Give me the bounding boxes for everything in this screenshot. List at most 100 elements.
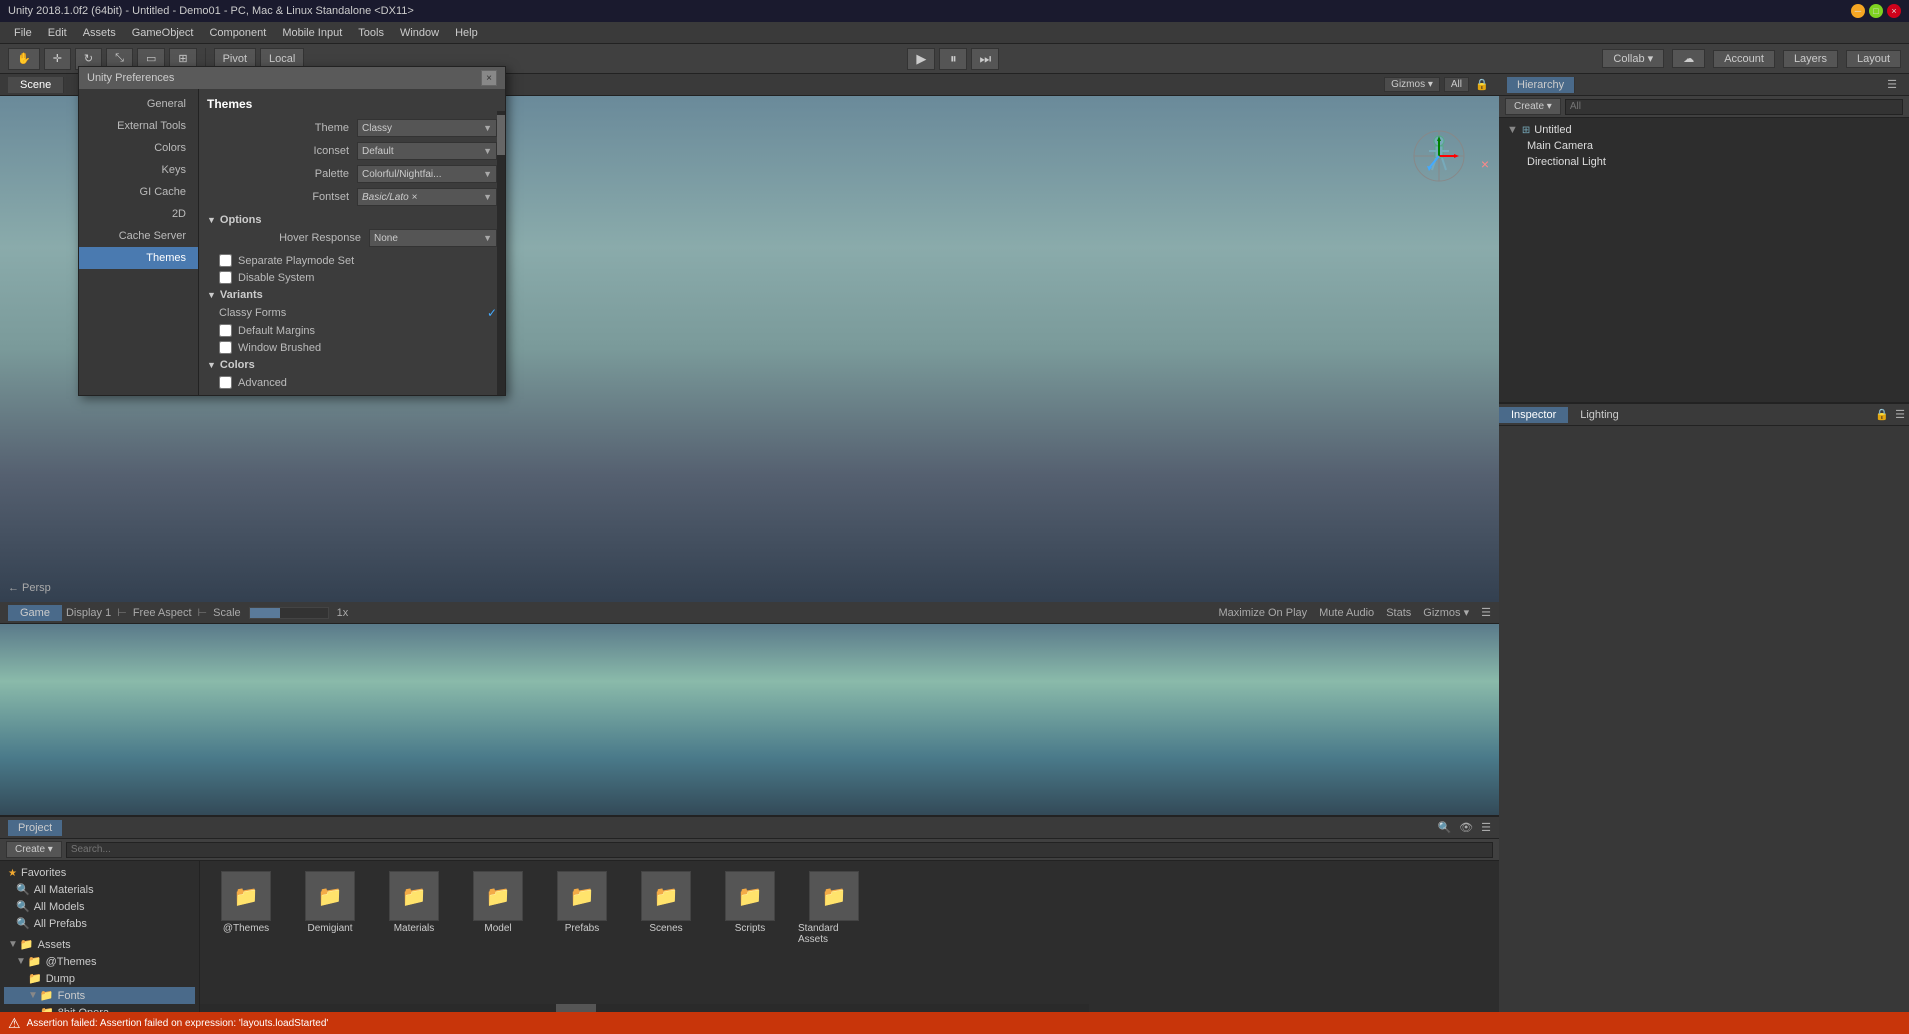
iconset-dropdown[interactable]: Default ▼ <box>357 142 497 160</box>
asset-demigiant[interactable]: 📁 Demigiant <box>290 867 370 949</box>
all-prefabs-item[interactable]: 🔍 All Prefabs <box>4 915 195 932</box>
folder-8bit[interactable]: 📁 8bit Opera... <box>4 1004 195 1012</box>
default-margins-checkbox[interactable] <box>219 324 232 337</box>
options-group[interactable]: ▼ Options <box>207 211 497 229</box>
fonts-folder[interactable]: ▼ 📁 Fonts <box>4 987 195 1004</box>
close-button[interactable]: × <box>1887 4 1901 18</box>
step-button[interactable]: ⏭ <box>971 48 999 70</box>
scene-all-button[interactable]: All <box>1444 77 1469 92</box>
inspector-lock-button[interactable]: 🔒 <box>1873 406 1891 424</box>
inspector-menu-button[interactable]: ☰ <box>1891 406 1909 424</box>
hierarchy-lock-button[interactable]: ☰ <box>1883 76 1901 94</box>
hierarchy-item-untitled[interactable]: ▼ ⊞ Untitled <box>1503 122 1905 138</box>
hover-response-dropdown[interactable]: None ▼ <box>369 229 497 247</box>
pref-nav-2d[interactable]: 2D <box>79 203 198 225</box>
menu-window[interactable]: Window <box>392 25 447 41</box>
pause-button[interactable]: ⏸ <box>939 48 967 70</box>
project-search-input[interactable] <box>66 842 1493 858</box>
hierarchy-item-main-camera[interactable]: Main Camera <box>1503 138 1905 154</box>
separate-playmode-checkbox[interactable] <box>219 254 232 267</box>
menu-assets[interactable]: Assets <box>75 25 124 41</box>
cloud-button[interactable]: ☁ <box>1672 49 1705 68</box>
scale-slider[interactable] <box>249 607 329 619</box>
hierarchy-panel: Hierarchy ☰ Create ▾ ▼ ⊞ Untitled Main C… <box>1499 74 1909 404</box>
asset-prefabs[interactable]: 📁 Prefabs <box>542 867 622 949</box>
scene-lock-button[interactable]: 🔒 <box>1473 76 1491 94</box>
preferences-title: Unity Preferences <box>87 72 174 84</box>
hierarchy-create-button[interactable]: Create ▾ <box>1505 98 1561 115</box>
variants-group[interactable]: ▼ Variants <box>207 286 497 304</box>
tab-inspector[interactable]: Inspector <box>1499 407 1568 423</box>
hand-tool-button[interactable]: ✋ <box>8 48 40 70</box>
menu-component[interactable]: Component <box>201 25 274 41</box>
disable-system-checkbox[interactable] <box>219 271 232 284</box>
iconset-row: Iconset Default ▼ <box>207 142 497 160</box>
advanced-colors-checkbox[interactable] <box>219 376 232 389</box>
menu-mobile-input[interactable]: Mobile Input <box>274 25 350 41</box>
play-button[interactable]: ▶ <box>907 48 935 70</box>
pref-nav-gi-cache[interactable]: GI Cache <box>79 181 198 203</box>
asset-scenes[interactable]: 📁 Scenes <box>626 867 706 949</box>
menu-gameobject[interactable]: GameObject <box>124 25 202 41</box>
theme-dropdown[interactable]: Classy ▼ <box>357 119 497 137</box>
minimize-button[interactable]: ─ <box>1851 4 1865 18</box>
asset-materials[interactable]: 📁 Materials <box>374 867 454 949</box>
menu-edit[interactable]: Edit <box>40 25 75 41</box>
fontset-dropdown[interactable]: Basic/Lato × ▼ <box>357 188 497 206</box>
pref-nav-themes[interactable]: Themes <box>79 247 198 269</box>
collab-button[interactable]: Collab ▾ <box>1602 49 1664 68</box>
project-create-button[interactable]: Create ▾ <box>6 841 62 858</box>
pref-nav-keys[interactable]: Keys <box>79 159 198 181</box>
menu-file[interactable]: File <box>6 25 40 41</box>
dump-folder[interactable]: 📁 Dump <box>4 970 195 987</box>
project-hscroll-thumb[interactable] <box>556 1004 596 1012</box>
pref-nav-general[interactable]: General <box>79 93 198 115</box>
gizmos-button[interactable]: Gizmos ▾ <box>1384 77 1440 92</box>
palette-dropdown[interactable]: Colorful/Nightfai... ▼ <box>357 165 497 183</box>
stats-label: Stats <box>1386 607 1411 619</box>
hierarchy-search-input[interactable] <box>1565 99 1903 115</box>
layers-button[interactable]: Layers <box>1783 50 1838 68</box>
assets-root[interactable]: ▼ 📁 Assets <box>4 936 195 953</box>
tab-hierarchy[interactable]: Hierarchy <box>1507 77 1575 93</box>
project-search-icon[interactable]: 🔍 <box>1437 821 1451 834</box>
menu-help[interactable]: Help <box>447 25 486 41</box>
asset-themes[interactable]: 📁 @Themes <box>206 867 286 949</box>
maximize-button[interactable]: □ <box>1869 4 1883 18</box>
hierarchy-item-directional-light[interactable]: Directional Light <box>1503 154 1905 170</box>
tab-project[interactable]: Project <box>8 820 62 836</box>
disable-system-row: Disable System <box>207 269 497 286</box>
project-panel-menu[interactable]: ☰ <box>1481 821 1491 834</box>
preferences-close-button[interactable]: × <box>481 70 497 86</box>
tab-game[interactable]: Game <box>8 605 62 621</box>
main-colors-group[interactable]: ▶ Main <box>207 391 497 395</box>
preferences-scrollbar-thumb[interactable] <box>497 115 505 155</box>
all-materials-item[interactable]: 🔍 All Materials <box>4 881 195 898</box>
asset-model[interactable]: 📁 Model <box>458 867 538 949</box>
account-button[interactable]: Account <box>1713 50 1775 68</box>
layout-button[interactable]: Layout <box>1846 50 1901 68</box>
pref-nav-colors[interactable]: Colors <box>79 137 198 159</box>
menu-tools[interactable]: Tools <box>350 25 392 41</box>
game-panel-menu[interactable]: ☰ <box>1481 606 1491 619</box>
fontset-dropdown-arrow: ▼ <box>483 192 492 202</box>
asset-standard[interactable]: 📁 Standard Assets <box>794 867 874 949</box>
pref-nav-external-tools[interactable]: External Tools <box>79 115 198 137</box>
project-eye-icon[interactable]: 👁 <box>1459 821 1473 834</box>
pref-nav-cache-server[interactable]: Cache Server <box>79 225 198 247</box>
asset-scripts[interactable]: 📁 Scripts <box>710 867 790 949</box>
gizmo-close-icon[interactable]: × <box>1481 156 1489 172</box>
favorites-header[interactable]: ★ Favorites <box>4 865 195 881</box>
preferences-scrollbar[interactable] <box>497 111 505 395</box>
colors-group[interactable]: ▼ Colors <box>207 356 497 374</box>
tab-scene[interactable]: Scene <box>8 77 64 93</box>
project-hscroll[interactable] <box>200 1004 1089 1012</box>
themes-folder[interactable]: ▼ 📁 @Themes <box>4 953 195 970</box>
fontset-row: Fontset Basic/Lato × ▼ <box>207 188 497 206</box>
all-models-item[interactable]: 🔍 All Models <box>4 898 195 915</box>
all-prefabs-label: All Prefabs <box>34 918 87 930</box>
preferences-dialog: Unity Preferences × General External Too… <box>78 66 506 396</box>
tab-lighting[interactable]: Lighting <box>1568 407 1631 423</box>
window-brushed-checkbox[interactable] <box>219 341 232 354</box>
move-tool-button[interactable]: ✛ <box>44 48 71 70</box>
